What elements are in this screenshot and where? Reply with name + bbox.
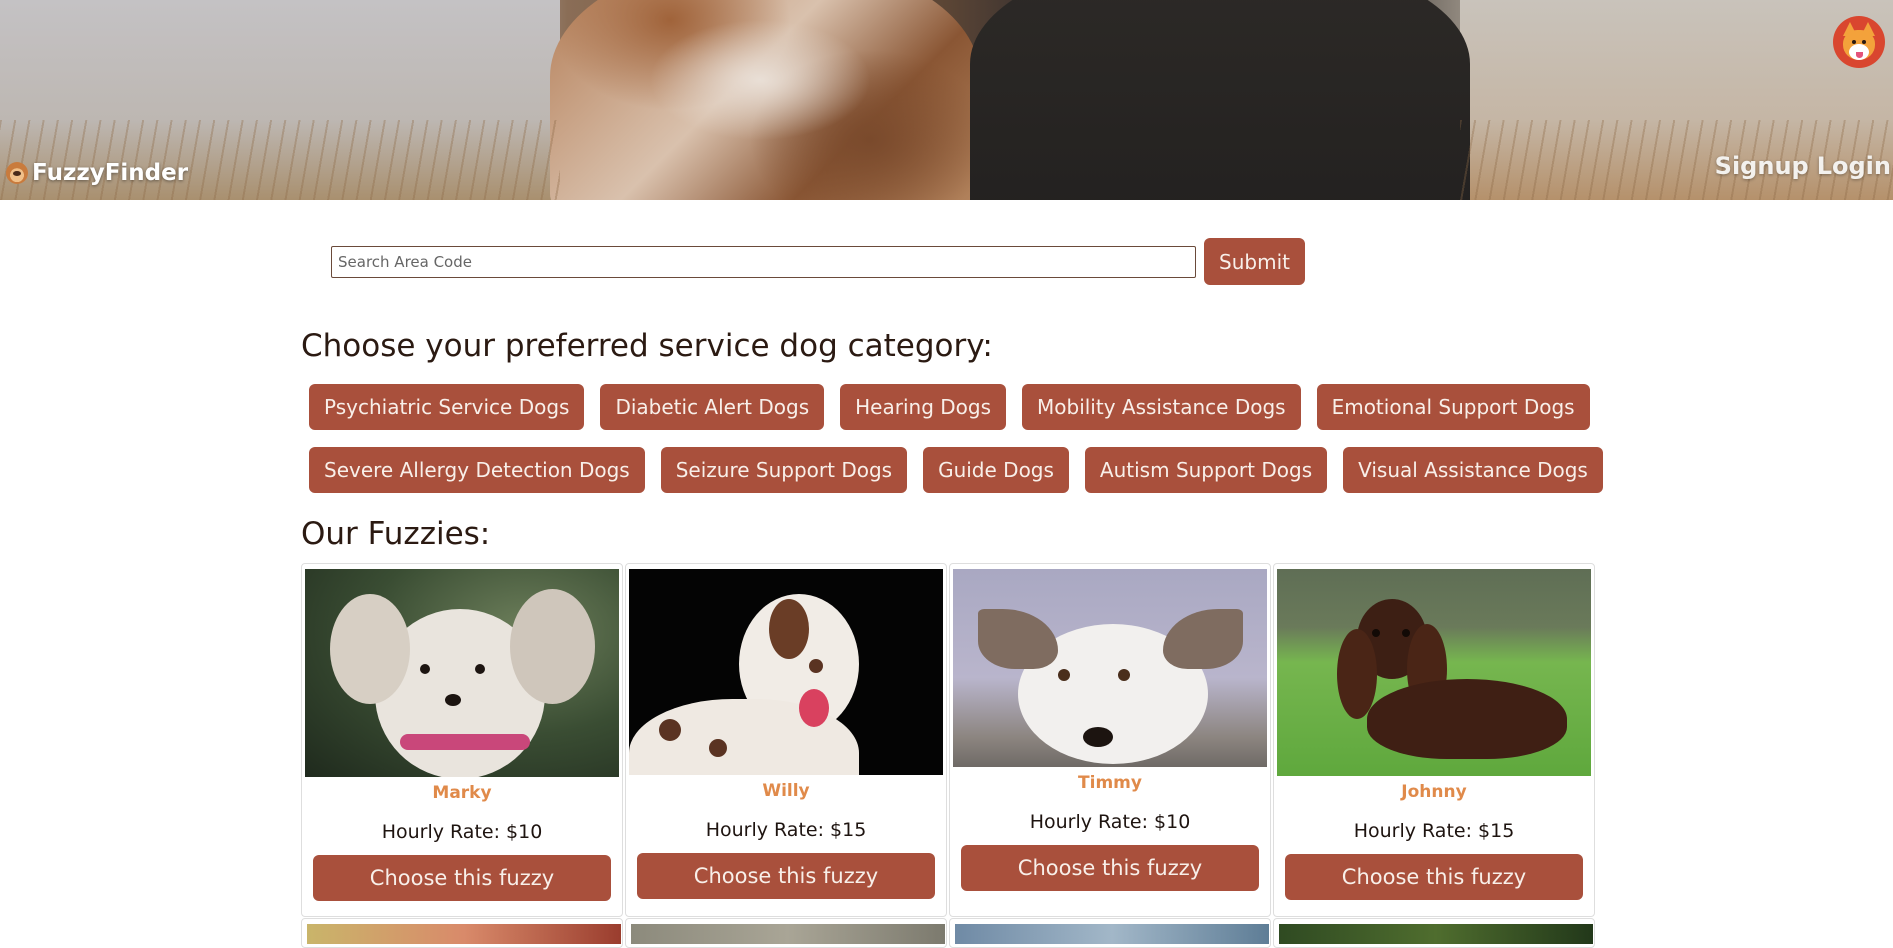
category-row-2: Severe Allergy Detection Dogs Seizure Su… — [309, 447, 1603, 493]
fuzzy-card-partial — [1273, 918, 1595, 948]
category-diabetic-alert-dogs[interactable]: Diabetic Alert Dogs — [600, 384, 825, 430]
dog-name: Johnny — [1401, 782, 1467, 802]
category-guide-dogs[interactable]: Guide Dogs — [923, 447, 1069, 493]
dog-logo-icon — [6, 162, 28, 184]
choose-fuzzy-button[interactable]: Choose this fuzzy — [961, 845, 1259, 891]
hourly-rate: Hourly Rate: $10 — [381, 821, 543, 843]
category-emotional-support-dogs[interactable]: Emotional Support Dogs — [1316, 384, 1590, 430]
area-code-search-input[interactable] — [331, 245, 1196, 278]
dog-photo — [629, 569, 943, 775]
hero-dog-image — [550, 0, 980, 200]
dog-name: Timmy — [1078, 773, 1142, 793]
fuzzy-card-partial — [301, 918, 623, 948]
fuzzy-card: Johnny Hourly Rate: $15 Choose this fuzz… — [1273, 563, 1595, 917]
fuzzy-card-grid: Marky Hourly Rate: $10 Choose this fuzzy… — [301, 563, 1595, 917]
dog-photo — [631, 924, 945, 944]
brand-logo[interactable]: FuzzyFinder — [6, 160, 188, 186]
category-heading: Choose your preferred service dog catego… — [301, 328, 993, 364]
category-seizure-support-dogs[interactable]: Seizure Support Dogs — [660, 447, 908, 493]
hourly-rate: Hourly Rate: $10 — [1029, 811, 1191, 833]
dog-name: Marky — [432, 783, 492, 803]
dog-photo — [307, 924, 621, 944]
dog-photo — [1279, 924, 1593, 944]
category-row-1: Psychiatric Service Dogs Diabetic Alert … — [309, 384, 1590, 430]
dog-photo — [955, 924, 1269, 944]
choose-fuzzy-button[interactable]: Choose this fuzzy — [637, 853, 935, 899]
dog-photo — [1277, 569, 1591, 776]
category-hearing-dogs[interactable]: Hearing Dogs — [840, 384, 1006, 430]
dog-photo — [953, 569, 1267, 767]
fuzzies-heading: Our Fuzzies: — [301, 516, 491, 552]
signup-link[interactable]: Signup — [1715, 152, 1809, 180]
fuzzy-card: Timmy Hourly Rate: $10 Choose this fuzzy — [949, 563, 1271, 917]
hourly-rate: Hourly Rate: $15 — [705, 819, 867, 841]
auth-links: Signup Login — [1715, 152, 1891, 180]
login-link[interactable]: Login — [1817, 152, 1891, 180]
dog-name: Willy — [762, 781, 810, 801]
search-bar: Submit — [331, 238, 1305, 285]
hero-person-image — [970, 0, 1470, 200]
choose-fuzzy-button[interactable]: Choose this fuzzy — [1285, 854, 1583, 900]
dog-photo — [305, 569, 619, 777]
choose-fuzzy-button[interactable]: Choose this fuzzy — [313, 855, 611, 901]
submit-button[interactable]: Submit — [1204, 238, 1305, 285]
hourly-rate: Hourly Rate: $15 — [1353, 820, 1515, 842]
fuzzy-card-partial — [625, 918, 947, 948]
category-autism-support-dogs[interactable]: Autism Support Dogs — [1084, 447, 1328, 493]
hero-banner: FuzzyFinder Signup Login — [0, 0, 1893, 200]
category-psychiatric-service-dogs[interactable]: Psychiatric Service Dogs — [309, 384, 585, 430]
brand-name: FuzzyFinder — [32, 160, 189, 186]
fuzzy-card-partial — [949, 918, 1271, 948]
category-visual-assistance-dogs[interactable]: Visual Assistance Dogs — [1343, 447, 1603, 493]
category-mobility-assistance-dogs[interactable]: Mobility Assistance Dogs — [1022, 384, 1301, 430]
fuzzy-card: Marky Hourly Rate: $10 Choose this fuzzy — [301, 563, 623, 917]
fuzzy-card: Willy Hourly Rate: $15 Choose this fuzzy — [625, 563, 947, 917]
category-severe-allergy-detection-dogs[interactable]: Severe Allergy Detection Dogs — [309, 447, 645, 493]
fuzzy-card-grid-row-2 — [301, 918, 1595, 948]
user-avatar[interactable] — [1833, 16, 1885, 68]
